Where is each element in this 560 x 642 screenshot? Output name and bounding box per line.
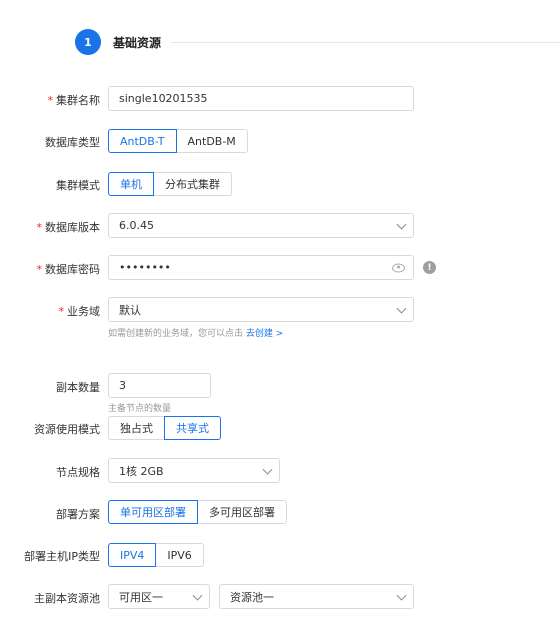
- cluster-mode-option-distributed[interactable]: 分布式集群: [153, 172, 232, 196]
- business-domain-label: * 业务域: [58, 305, 101, 318]
- availability-zone-select[interactable]: 可用区一: [108, 584, 210, 609]
- replica-count-label: 副本数量: [56, 381, 100, 394]
- db-type-segment: AntDB-T AntDB-M: [108, 129, 248, 153]
- required-mark: *: [36, 263, 43, 276]
- host-ip-type-option-ipv4[interactable]: IPV4: [108, 543, 157, 567]
- chevron-down-icon: [396, 219, 407, 230]
- chevron-down-icon: [396, 590, 407, 601]
- db-password-value: ••••••••: [119, 261, 171, 274]
- resource-mode-segment: 独占式 共享式: [108, 416, 221, 440]
- db-version-select[interactable]: 6.0.45: [108, 213, 414, 238]
- deploy-plan-option-multi-az[interactable]: 多可用区部署: [197, 500, 287, 524]
- resource-pool-label: 主副本资源池: [34, 592, 100, 605]
- resource-mode-option-exclusive[interactable]: 独占式: [108, 416, 165, 440]
- db-password-input[interactable]: ••••••••: [108, 255, 414, 280]
- required-mark: *: [47, 94, 54, 107]
- required-mark: *: [36, 221, 43, 234]
- db-version-label: * 数据库版本: [36, 221, 101, 234]
- chevron-down-icon: [396, 303, 407, 314]
- deploy-plan-segment: 单可用区部署 多可用区部署: [108, 500, 287, 524]
- replica-count-hint: 主备节点的数量: [108, 404, 172, 414]
- business-domain-select[interactable]: 默认: [108, 297, 414, 322]
- business-domain-hint-text: 如需创建新的业务域，您可以点击: [108, 329, 244, 339]
- cluster-name-label: * 集群名称: [47, 94, 101, 107]
- node-spec-label: 节点规格: [56, 466, 100, 479]
- db-type-option-antdb-m[interactable]: AntDB-M: [175, 129, 248, 153]
- deploy-plan-label: 部署方案: [56, 508, 100, 521]
- cluster-mode-segment: 单机 分布式集群: [108, 172, 232, 196]
- eye-icon[interactable]: [392, 263, 405, 272]
- cluster-name-input[interactable]: single10201535: [108, 86, 414, 111]
- host-ip-type-option-ipv6[interactable]: IPV6: [155, 543, 204, 567]
- db-type-option-antdb-t[interactable]: AntDB-T: [108, 129, 177, 153]
- resource-pool-select[interactable]: 资源池一: [219, 584, 414, 609]
- section-divider: [171, 42, 560, 43]
- cluster-mode-label: 集群模式: [56, 179, 100, 192]
- business-domain-value: 默认: [119, 303, 141, 317]
- chevron-down-icon: [192, 590, 203, 601]
- node-spec-select[interactable]: 1核 2GB: [108, 458, 280, 483]
- step-number-badge: 1: [75, 29, 101, 55]
- required-mark: *: [58, 305, 65, 318]
- replica-count-value: 3: [119, 379, 126, 392]
- host-ip-type-segment: IPV4 IPV6: [108, 543, 204, 567]
- db-version-value: 6.0.45: [119, 219, 154, 232]
- chevron-down-icon: [262, 464, 273, 475]
- section-title: 基础资源: [113, 36, 162, 50]
- info-icon[interactable]: !: [423, 261, 436, 274]
- deploy-plan-option-single-az[interactable]: 单可用区部署: [108, 500, 198, 524]
- replica-count-input[interactable]: 3: [108, 373, 211, 398]
- cluster-name-value: single10201535: [119, 92, 208, 105]
- db-type-label: 数据库类型: [45, 136, 100, 149]
- resource-pool-value: 资源池一: [230, 590, 274, 604]
- availability-zone-value: 可用区一: [119, 590, 163, 604]
- create-domain-link[interactable]: 去创建 >: [246, 329, 283, 339]
- node-spec-value: 1核 2GB: [119, 464, 164, 478]
- host-ip-type-label: 部署主机IP类型: [24, 550, 100, 563]
- cluster-mode-option-standalone[interactable]: 单机: [108, 172, 154, 196]
- resource-mode-option-shared[interactable]: 共享式: [164, 416, 221, 440]
- resource-mode-label: 资源使用模式: [34, 423, 100, 436]
- db-password-label: * 数据库密码: [36, 263, 101, 276]
- business-domain-hint: 如需创建新的业务域，您可以点击 去创建 >: [108, 326, 283, 339]
